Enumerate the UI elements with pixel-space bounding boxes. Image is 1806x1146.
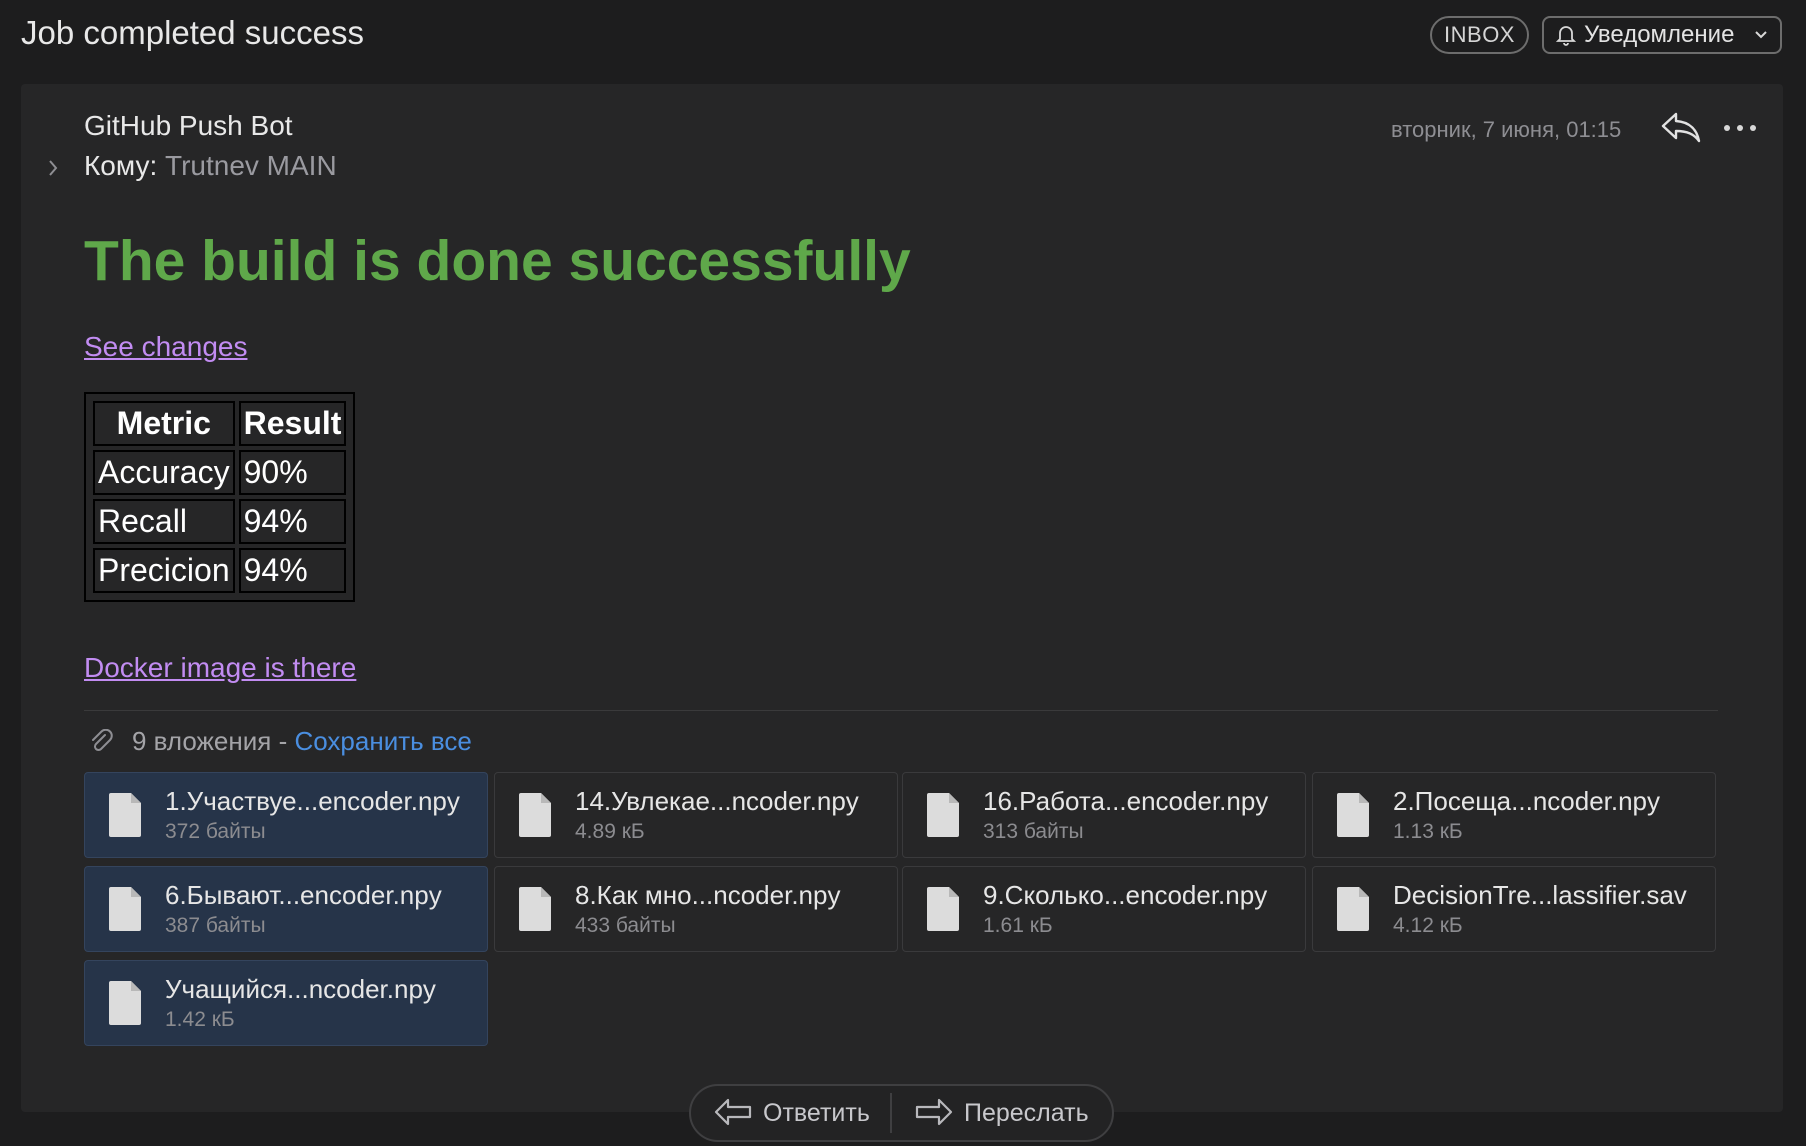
file-icon bbox=[519, 793, 551, 837]
top-bar: Job completed success INBOX Уведомление bbox=[0, 0, 1806, 80]
attachment-size: 4.12 кБ bbox=[1393, 914, 1463, 937]
metric-value: 94% bbox=[238, 548, 347, 593]
attachment-size: 387 байты bbox=[165, 914, 266, 937]
attachment-tile[interactable]: 6.Бывают...encoder.npy 387 байты bbox=[84, 866, 488, 952]
attachment-size: 313 байты bbox=[983, 820, 1084, 843]
table-row: Precicion 94% bbox=[93, 548, 347, 593]
attachment-name: DecisionTre...lassifier.sav bbox=[1393, 880, 1687, 910]
attachment-size: 1.61 кБ bbox=[983, 914, 1053, 937]
file-icon bbox=[109, 981, 141, 1025]
attachment-tile[interactable]: 2.Посеща...ncoder.npy 1.13 кБ bbox=[1312, 772, 1716, 858]
attachments-count: 9 вложения - bbox=[132, 726, 288, 756]
attachment-name: 16.Работа...encoder.npy bbox=[983, 786, 1269, 816]
to-label: Кому: bbox=[84, 150, 158, 181]
attachment-tile[interactable]: 16.Работа...encoder.npy 313 байты bbox=[902, 772, 1306, 858]
result-column-header: Result bbox=[238, 401, 347, 446]
see-changes-link[interactable]: See changes bbox=[84, 331, 247, 363]
file-icon bbox=[109, 793, 141, 837]
attachment-name: 8.Как мно...ncoder.npy bbox=[575, 880, 841, 910]
forward-label: Переслать bbox=[964, 1098, 1089, 1127]
message-date: вторник, 7 июня, 01:15 bbox=[1391, 117, 1622, 142]
divider bbox=[84, 710, 1718, 711]
file-icon bbox=[1337, 887, 1369, 931]
attachment-size: 1.42 кБ bbox=[165, 1008, 235, 1031]
metric-value: 90% bbox=[238, 450, 347, 495]
file-icon bbox=[1337, 793, 1369, 837]
metric-value: 94% bbox=[238, 499, 347, 544]
metrics-table: Metric Result Accuracy 90% Recall 94% Pr… bbox=[84, 392, 356, 602]
attachment-size: 433 байты bbox=[575, 914, 676, 937]
file-icon bbox=[519, 887, 551, 931]
metric-name: Recall bbox=[93, 499, 235, 544]
notification-dropdown[interactable]: Уведомление bbox=[1542, 16, 1782, 54]
metric-name: Accuracy bbox=[93, 450, 235, 495]
docker-image-link[interactable]: Docker image is there bbox=[84, 652, 356, 684]
metrics-header-row: Metric Result bbox=[93, 401, 347, 446]
table-row: Recall 94% bbox=[93, 499, 347, 544]
notification-label: Уведомление bbox=[1584, 21, 1735, 48]
recipient-line: Кому: Trutnev MAIN bbox=[84, 150, 337, 182]
reply-label: Ответить bbox=[763, 1098, 870, 1127]
metric-column-header: Metric bbox=[93, 401, 235, 446]
attachment-tile[interactable]: 8.Как мно...ncoder.npy 433 байты bbox=[494, 866, 898, 952]
attachment-name: 9.Сколько...encoder.npy bbox=[983, 880, 1268, 910]
forward-icon bbox=[915, 1098, 953, 1126]
attachment-size: 4.89 кБ bbox=[575, 820, 645, 843]
file-icon bbox=[109, 887, 141, 931]
sender-name[interactable]: GitHub Push Bot bbox=[84, 110, 293, 142]
attachment-size: 372 байты bbox=[165, 820, 266, 843]
attachment-tile[interactable]: 14.Увлекае...ncoder.npy 4.89 кБ bbox=[494, 772, 898, 858]
attachment-name: 14.Увлекае...ncoder.npy bbox=[575, 786, 859, 816]
recipient-name[interactable]: Trutnev MAIN bbox=[165, 150, 337, 181]
reply-forward-bar: Ответить Переслать bbox=[689, 1084, 1114, 1142]
reply-button[interactable]: Ответить bbox=[691, 1093, 892, 1133]
attachment-name: 6.Бывают...encoder.npy bbox=[165, 880, 442, 910]
table-row: Accuracy 90% bbox=[93, 450, 347, 495]
chevron-down-icon bbox=[1755, 31, 1767, 39]
more-options-icon[interactable] bbox=[1724, 112, 1756, 144]
attachment-tile[interactable]: Учащийся...ncoder.npy 1.42 кБ bbox=[84, 960, 488, 1046]
attachment-tile[interactable]: 1.Участвуе...encoder.npy 372 байты bbox=[84, 772, 488, 858]
bell-icon bbox=[1556, 26, 1576, 46]
attachment-name: 1.Участвуе...encoder.npy bbox=[165, 786, 460, 816]
reply-icon[interactable] bbox=[1660, 110, 1702, 144]
folder-badge[interactable]: INBOX bbox=[1430, 16, 1529, 54]
attachment-size: 1.13 кБ bbox=[1393, 820, 1463, 843]
file-icon bbox=[927, 887, 959, 931]
paperclip-icon bbox=[92, 728, 113, 751]
build-status-headline: The build is done successfully bbox=[84, 229, 911, 293]
attachment-name: Учащийся...ncoder.npy bbox=[165, 974, 436, 1004]
chevron-right-icon[interactable] bbox=[46, 157, 60, 179]
attachment-name: 2.Посеща...ncoder.npy bbox=[1393, 786, 1661, 816]
save-all-link[interactable]: Сохранить все bbox=[294, 726, 471, 756]
file-icon bbox=[927, 793, 959, 837]
metric-name: Precicion bbox=[93, 548, 235, 593]
forward-button[interactable]: Переслать bbox=[892, 1086, 1089, 1140]
attachment-tile[interactable]: DecisionTre...lassifier.sav 4.12 кБ bbox=[1312, 866, 1716, 952]
reply-icon bbox=[714, 1098, 752, 1126]
email-subject: Job completed success bbox=[21, 14, 365, 51]
attachments-header: 9 вложения - Сохранить все bbox=[90, 726, 472, 757]
attachment-tile[interactable]: 9.Сколько...encoder.npy 1.61 кБ bbox=[902, 866, 1306, 952]
